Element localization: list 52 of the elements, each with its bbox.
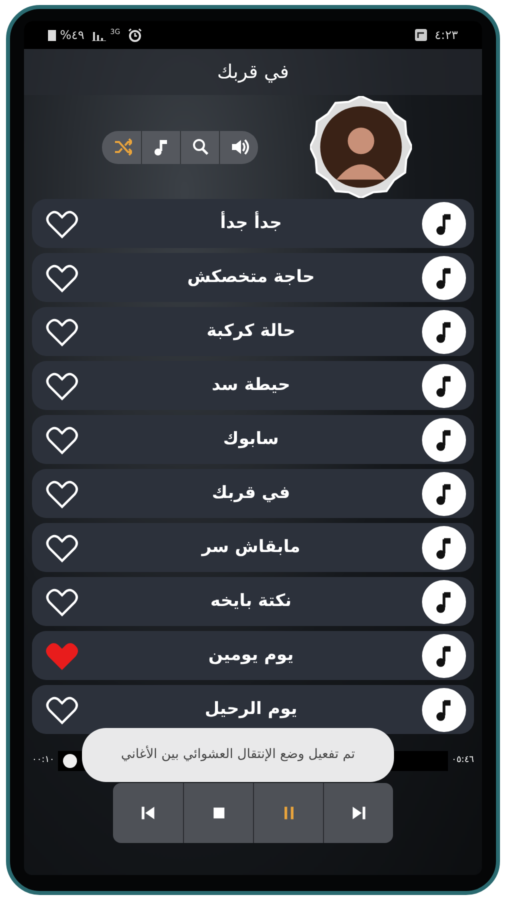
next-icon xyxy=(350,804,368,822)
volume-icon xyxy=(229,137,249,157)
shuffle-button[interactable] xyxy=(102,130,141,164)
clock-time: ٤:٢٣ xyxy=(434,27,458,44)
progress-thumb[interactable] xyxy=(63,754,78,768)
song-row[interactable]: حالة كركبة xyxy=(32,307,474,356)
song-row[interactable]: جدأ جدأ xyxy=(32,199,474,248)
elapsed-time: ٠٠:١٠ xyxy=(32,754,54,768)
total-duration: ٠٥:٤٦ xyxy=(452,754,474,768)
song-title: مابقاش سر xyxy=(200,536,302,559)
song-title: نكتة بايخه xyxy=(209,590,293,613)
song-row[interactable]: في قربك xyxy=(32,469,474,518)
song-title: يوم يومين xyxy=(207,644,295,667)
song-row[interactable]: مابقاش سر xyxy=(32,523,474,572)
song-title: حيطة سد xyxy=(210,374,292,397)
music-note-icon xyxy=(422,418,466,462)
alarm-icon xyxy=(128,28,142,42)
playlist-button[interactable] xyxy=(141,130,180,164)
song-title: حالة كركبة xyxy=(206,320,296,343)
music-note-icon xyxy=(422,364,466,408)
song-row[interactable]: حاجة متخصكش xyxy=(32,253,474,302)
music-note-icon xyxy=(422,256,466,300)
music-note-icon xyxy=(422,526,466,570)
screen-title: في قربك xyxy=(217,60,289,85)
volume-button[interactable] xyxy=(219,130,258,164)
music-note-icon xyxy=(422,688,466,732)
music-note-icon xyxy=(422,580,466,624)
search-button[interactable] xyxy=(180,130,219,164)
music-note-icon xyxy=(422,634,466,678)
battery-icon xyxy=(48,29,56,41)
song-row[interactable]: يوم يومين xyxy=(32,631,474,680)
previous-button[interactable] xyxy=(113,783,183,843)
song-title: في قربك xyxy=(210,482,292,505)
notification-icon xyxy=(414,29,427,41)
song-title: جدأ جدأ xyxy=(219,210,283,235)
shuffle-toast: تم تفعيل وضع الإنتقال العشوائي بين الأغاني xyxy=(82,728,394,782)
stop-button[interactable] xyxy=(183,783,253,843)
music-note-icon xyxy=(422,310,466,354)
search-icon xyxy=(190,137,210,157)
music-note-icon xyxy=(422,472,466,516)
song-title: حاجة متخصكش xyxy=(186,266,316,289)
song-row[interactable]: حيطة سد xyxy=(32,361,474,410)
song-row[interactable]: نكتة بايخه xyxy=(32,577,474,626)
signal-icon xyxy=(92,29,106,41)
battery-level: %٤٩ xyxy=(60,27,84,44)
song-row[interactable]: يوم الرحيل xyxy=(32,685,474,734)
song-row[interactable]: سابوك xyxy=(32,415,474,464)
next-button[interactable] xyxy=(323,783,393,843)
music-note-icon xyxy=(422,202,466,246)
previous-icon xyxy=(139,804,157,822)
song-title: يوم الرحيل xyxy=(204,698,298,721)
song-title: سابوك xyxy=(222,428,280,451)
